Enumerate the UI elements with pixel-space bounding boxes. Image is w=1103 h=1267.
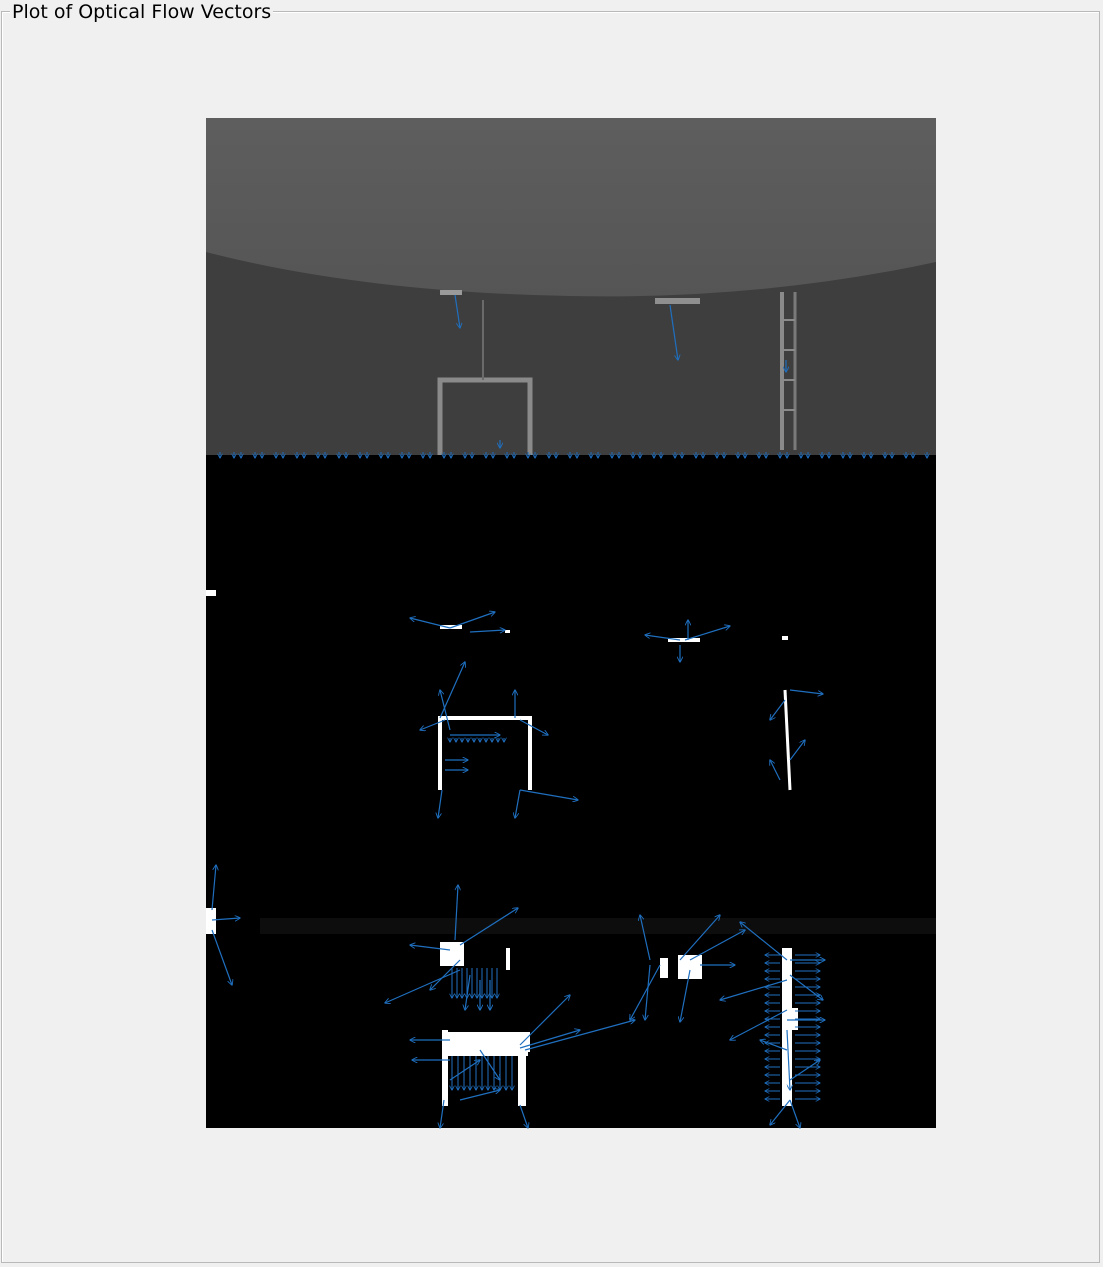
figure-window: Plot of Optical Flow Vectors [0,0,1103,1267]
optical-flow-axes[interactable] [0,0,1103,1267]
grayscale-camera-frame [206,118,936,455]
binary-edge-mask-frame [206,455,936,1128]
